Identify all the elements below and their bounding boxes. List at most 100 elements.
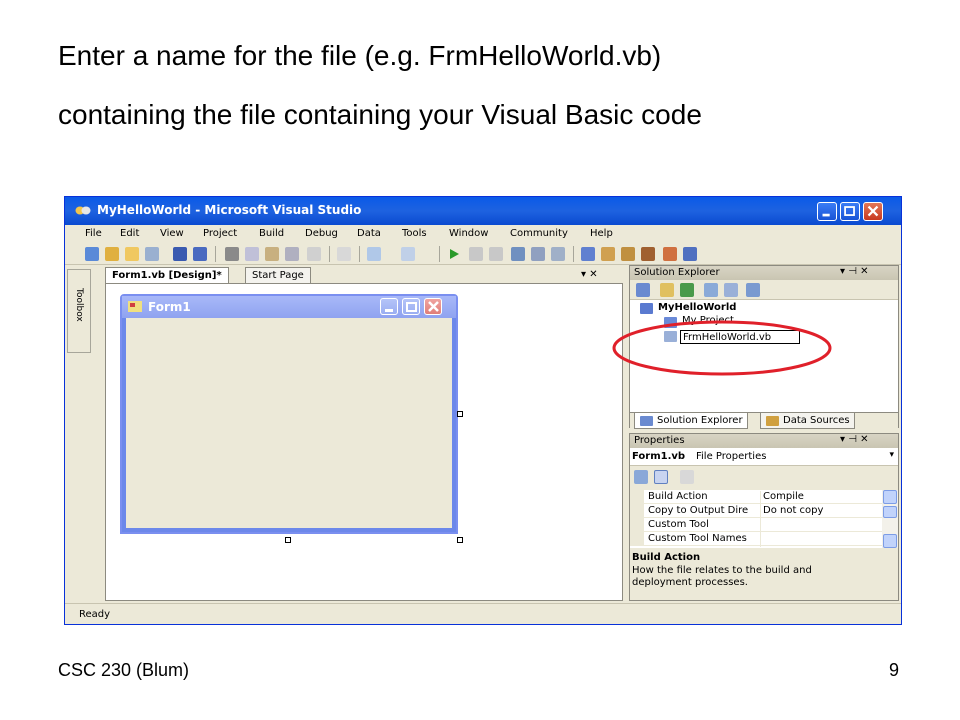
document-window-controls[interactable]: ▾ ✕	[581, 269, 598, 280]
cut-icon[interactable]	[225, 247, 239, 261]
menu-window[interactable]: Window	[449, 228, 488, 239]
menu-debug[interactable]: Debug	[305, 228, 338, 239]
slide-line-1: Enter a name for the file (e.g. FrmHello…	[58, 40, 662, 71]
categorized-icon[interactable]	[634, 470, 648, 484]
object-browser-icon[interactable]	[621, 247, 635, 261]
step-into-icon[interactable]	[511, 247, 525, 261]
tab-form1-design[interactable]: Form1.vb [Design]*	[105, 267, 229, 283]
property-row[interactable]: Custom Tool Names	[630, 532, 882, 547]
view-code-icon[interactable]	[704, 283, 718, 297]
property-row[interactable]: Build Action Compile	[630, 490, 882, 505]
solution-explorer-icon[interactable]	[581, 247, 595, 261]
add-new-item-icon[interactable]	[145, 247, 159, 261]
find-icon[interactable]	[285, 247, 299, 261]
chevron-down-icon[interactable]: ▾	[889, 450, 894, 460]
toolbar-separator	[215, 246, 216, 262]
panel-controls[interactable]: ▾ ⊣ ✕	[840, 266, 868, 277]
resize-handle-corner[interactable]	[457, 537, 463, 543]
resize-handle-bottom[interactable]	[285, 537, 291, 543]
pause-icon[interactable]	[469, 247, 483, 261]
open-file-icon[interactable]	[125, 247, 139, 261]
step-over-icon[interactable]	[531, 247, 545, 261]
menu-project[interactable]: Project	[203, 228, 237, 239]
menu-community[interactable]: Community	[510, 228, 568, 239]
copy-icon[interactable]	[245, 247, 259, 261]
property-value[interactable]	[760, 519, 763, 533]
toolbox-tab[interactable]: Toolbox	[67, 269, 91, 353]
property-name: Build Action	[648, 491, 708, 502]
property-value[interactable]: Do not copy	[760, 505, 823, 519]
property-name: Custom Tool Names	[648, 533, 747, 544]
minimize-button[interactable]	[817, 202, 837, 221]
resize-handle-right[interactable]	[457, 411, 463, 417]
add-item-icon[interactable]	[105, 247, 119, 261]
solution-explorer-title: Solution Explorer	[634, 267, 720, 278]
object-name: Form1.vb	[632, 451, 686, 462]
menu-data[interactable]: Data	[357, 228, 381, 239]
scroll-thumb[interactable]	[883, 506, 897, 518]
alphabetical-icon[interactable]	[654, 470, 668, 484]
property-value[interactable]	[760, 533, 763, 547]
properties-icon[interactable]	[636, 283, 650, 297]
stop-icon[interactable]	[489, 247, 503, 261]
menu-file[interactable]: File	[85, 228, 102, 239]
start-page-icon[interactable]	[663, 247, 677, 261]
save-all-icon[interactable]	[193, 247, 207, 261]
toolbar-separator	[359, 246, 360, 262]
undo-icon[interactable]	[367, 247, 381, 261]
toolbox-icon[interactable]	[641, 247, 655, 261]
indent-icon[interactable]	[337, 247, 351, 261]
property-pages-icon[interactable]	[680, 470, 694, 484]
properties-toolbar	[630, 466, 898, 488]
property-description: Build Action How the file relates to the…	[630, 550, 898, 602]
scroll-up-icon[interactable]	[883, 490, 897, 504]
menu-build[interactable]: Build	[259, 228, 284, 239]
property-row[interactable]: Copy to Output Dire Do not copy	[630, 504, 882, 519]
close-icon	[867, 205, 879, 217]
panel-controls[interactable]: ▾ ⊣ ✕	[840, 434, 868, 445]
redo-icon[interactable]	[401, 247, 415, 261]
highlight-ellipse	[612, 320, 832, 376]
property-name: Copy to Output Dire	[648, 505, 749, 516]
tab-start-page[interactable]: Start Page	[245, 267, 311, 283]
scroll-down-icon[interactable]	[883, 534, 897, 548]
paste-icon[interactable]	[265, 247, 279, 261]
start-debugging-icon[interactable]	[447, 247, 461, 261]
property-row[interactable]: Custom Tool	[630, 518, 882, 533]
description-title: Build Action	[632, 552, 701, 563]
form-icon	[128, 301, 142, 312]
tab-solution-explorer[interactable]: Solution Explorer	[634, 413, 748, 429]
comment-icon[interactable]	[307, 247, 321, 261]
new-project-icon[interactable]	[85, 247, 99, 261]
form-close-button	[424, 298, 442, 315]
visual-studio-icon	[75, 206, 91, 215]
solution-explorer-toolbar	[630, 280, 898, 300]
show-all-files-icon[interactable]	[660, 283, 674, 297]
menu-view[interactable]: View	[160, 228, 184, 239]
object-selector[interactable]: Form1.vb File Properties ▾	[630, 448, 898, 466]
properties-scrollbar[interactable]	[882, 490, 898, 548]
step-out-icon[interactable]	[551, 247, 565, 261]
menu-help[interactable]: Help	[590, 228, 613, 239]
data-sources-icon	[766, 416, 779, 426]
form1-title-bar: Form1	[122, 296, 456, 318]
view-designer-icon[interactable]	[724, 283, 738, 297]
toolbar-separator	[439, 246, 440, 262]
menu-edit[interactable]: Edit	[120, 228, 139, 239]
class-diagram-icon[interactable]	[746, 283, 760, 297]
minimize-icon	[385, 309, 393, 312]
form1-client-area[interactable]	[126, 318, 452, 528]
refresh-icon[interactable]	[680, 283, 694, 297]
maximize-button[interactable]	[840, 202, 860, 221]
menu-tools[interactable]: Tools	[402, 228, 427, 239]
tab-data-sources[interactable]: Data Sources	[760, 413, 855, 429]
class-view-icon[interactable]	[683, 247, 697, 261]
toolbox-label: Toolbox	[74, 288, 84, 322]
close-button[interactable]	[863, 202, 883, 221]
toolbar-separator	[329, 246, 330, 262]
form1-design[interactable]: Form1	[120, 294, 458, 534]
property-value[interactable]: Compile	[760, 491, 804, 505]
save-icon[interactable]	[173, 247, 187, 261]
tree-project[interactable]: MyHelloWorld	[658, 302, 736, 313]
properties-window-icon[interactable]	[601, 247, 615, 261]
